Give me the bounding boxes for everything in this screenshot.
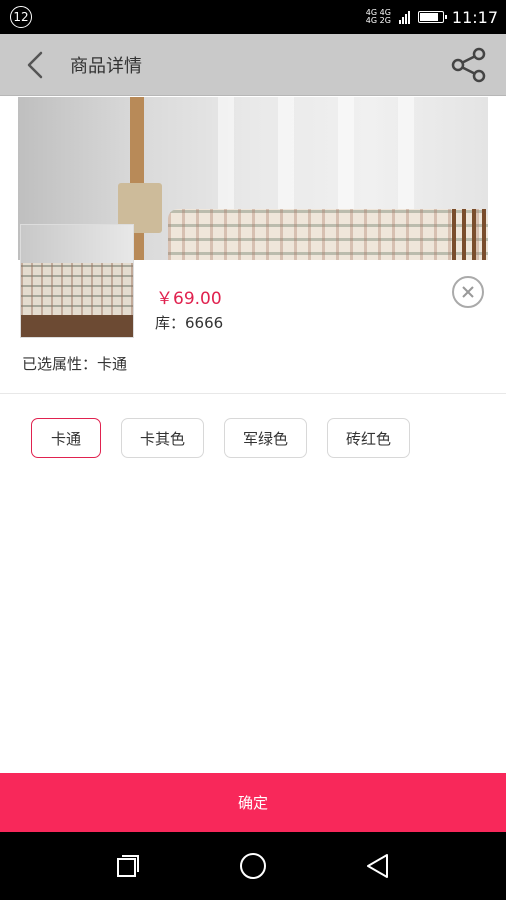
product-stock: 库：6666 bbox=[155, 314, 224, 332]
page-title: 商品详情 bbox=[70, 55, 142, 77]
share-button[interactable] bbox=[450, 46, 488, 84]
confirm-button[interactable]: 确定 bbox=[0, 773, 506, 832]
option-army-green[interactable]: 军绿色 bbox=[224, 418, 308, 458]
share-icon bbox=[451, 47, 486, 83]
navigation-bar bbox=[0, 832, 506, 900]
recents-square-icon bbox=[117, 855, 139, 877]
home-button[interactable] bbox=[225, 838, 281, 894]
network-type-bottom: 4G 2G bbox=[365, 16, 391, 25]
chevron-left-icon bbox=[27, 51, 43, 78]
product-price: ￥69.00 bbox=[156, 289, 222, 309]
close-button[interactable] bbox=[452, 276, 484, 308]
close-icon bbox=[462, 286, 474, 298]
clock: 11:17 bbox=[451, 7, 498, 27]
page-header: 商品详情 bbox=[0, 34, 506, 96]
screen: 12 4G 4G 4G 2G 11:17 商品详情 ￥69.00 库：6666 … bbox=[0, 0, 506, 900]
notification-badge: 12 bbox=[10, 6, 32, 28]
back-nav-button[interactable] bbox=[350, 838, 406, 894]
network-type: 4G 4G 4G 2G bbox=[366, 9, 391, 25]
option-list: 卡通 卡其色 军绿色 砖红色 bbox=[31, 418, 411, 458]
status-indicators: 4G 4G 4G 2G 11:17 bbox=[366, 8, 498, 27]
home-circle-icon bbox=[240, 853, 266, 879]
recents-button[interactable] bbox=[100, 838, 156, 894]
signal-icon bbox=[398, 10, 410, 24]
option-cartoon[interactable]: 卡通 bbox=[31, 418, 101, 458]
selected-attribute: 已选属性：卡通 bbox=[22, 355, 128, 373]
option-brick-red[interactable]: 砖红色 bbox=[327, 418, 411, 458]
option-khaki[interactable]: 卡其色 bbox=[121, 418, 205, 458]
product-thumbnail bbox=[20, 224, 134, 338]
back-triangle-icon bbox=[367, 854, 388, 878]
back-button[interactable] bbox=[0, 34, 70, 96]
spec-selection-sheet: ￥69.00 库：6666 已选属性：卡通 卡通 卡其色 军绿色 砖红色 bbox=[0, 224, 506, 773]
battery-icon bbox=[417, 11, 447, 23]
divider bbox=[0, 393, 506, 394]
status-bar: 12 4G 4G 4G 2G 11:17 bbox=[0, 0, 506, 34]
